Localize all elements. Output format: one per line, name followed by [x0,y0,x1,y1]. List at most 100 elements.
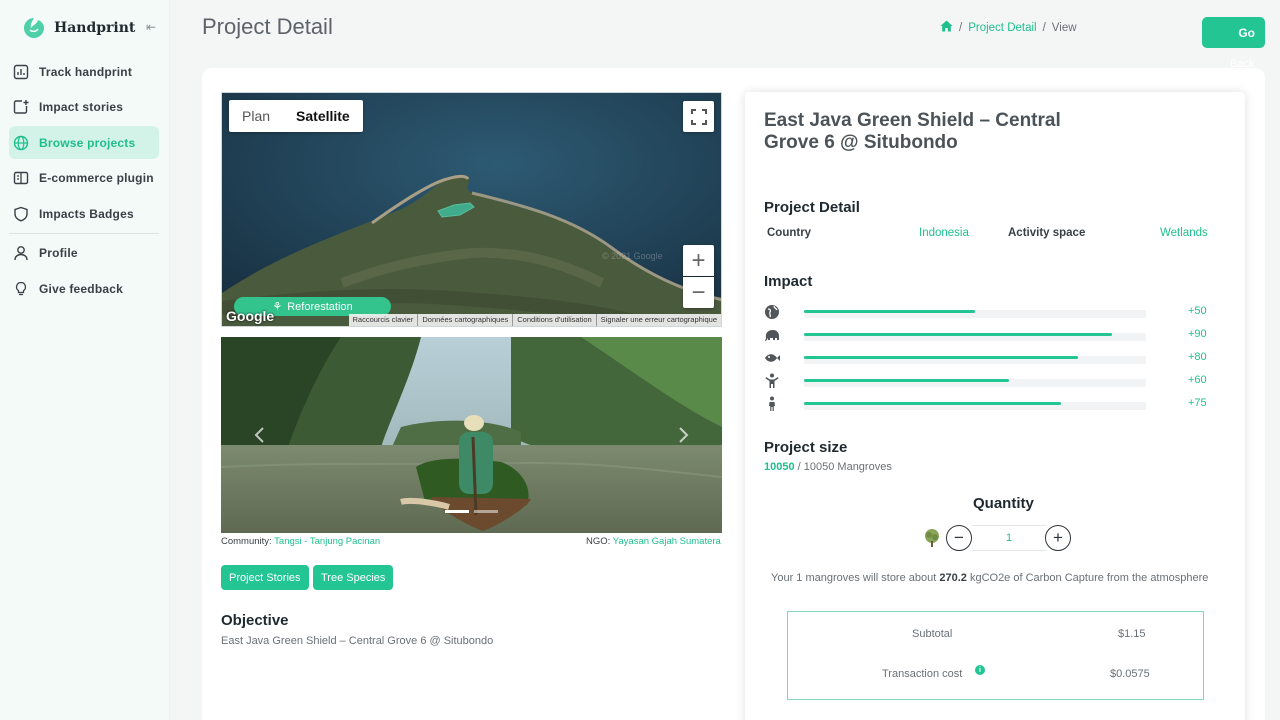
quantity-decrement-button[interactable]: − [946,525,972,551]
map-footer-report[interactable]: Signaler une erreur cartographique [595,314,721,326]
community-label: Community: [221,536,272,547]
tree-icon [925,529,939,547]
sidebar-item-impacts-badges[interactable]: Impacts Badges [9,197,159,230]
transaction-cost-label: Transaction cost [882,668,963,680]
fullscreen-button[interactable] [683,101,714,132]
sidebar-item-give-feedback[interactable]: Give feedback [9,272,159,305]
chart-icon [12,63,30,81]
quantity-input[interactable]: 1 [972,525,1046,551]
carbon-amount: 270.2 [939,572,967,584]
impact-value: +90 [1188,328,1207,340]
elephant-icon [765,330,779,341]
add-story-icon [12,98,30,116]
lightbulb-icon [12,280,30,298]
map-tab-satellite[interactable]: Satellite [283,100,363,132]
breadcrumb-current: View [1051,21,1077,34]
sidebar-item-impact-stories[interactable]: Impact stories [9,91,159,124]
sidebar-divider [9,232,159,234]
quantity-increment-button[interactable]: + [1045,525,1071,551]
impact-row-people: +75 [764,396,1224,412]
brand[interactable]: Handprint [22,16,135,40]
subtotal-label: Subtotal [912,628,953,640]
sidebar-item-label: Profile [39,246,78,260]
sidebar-item-label: Track handprint [39,64,133,79]
person-icon [769,396,775,411]
map-watermark: © 2021 Google [602,251,663,261]
project-detail-title: Project Detail [764,199,860,216]
sidebar-item-label: Browse projects [39,135,136,150]
impact-bar-track [804,402,1146,410]
ngo-label: NGO: [586,536,611,547]
impact-row-marine: +80 [764,350,1224,366]
impact-row-earth: +50 [764,304,1224,320]
brand-name: Handprint [54,20,136,36]
impact-bar-track [804,310,1146,318]
carousel-prev-icon[interactable] [253,426,267,444]
objective-title: Objective [221,612,289,629]
ngo-caption: NGO: Yayasan Gajah Sumatera [586,536,721,547]
project-size-title: Project size [764,439,848,456]
sidebar-item-ecommerce-plugin[interactable]: E-commerce plugin [9,162,159,195]
carbon-capture-text: Your 1 mangroves will store about 270.2 … [771,572,1208,584]
community-link[interactable]: Tangsi - Tanjung Pacinan [274,536,380,547]
project-size-text: 10050 / 10050 Mangroves [764,461,892,473]
carousel-dot[interactable] [474,510,498,513]
map-type-tabs: Plan Satellite [229,100,363,132]
carousel-next-icon[interactable] [676,426,690,444]
community-caption: Community: Tangsi - Tanjung Pacinan [221,536,380,547]
impact-bar-fill [804,402,1061,405]
ngo-link[interactable]: Yayasan Gajah Sumatera [613,536,721,547]
info-icon[interactable]: i [975,665,985,675]
fullscreen-icon [690,108,707,125]
activity-space-label: Activity space [1008,227,1086,239]
sidebar-nav: Track handprint Impact stories Browse pr… [9,55,159,308]
carbon-text-post: kgCO2e of Carbon Capture from the atmosp… [966,572,1209,584]
zoom-out-button[interactable]: − [683,277,714,308]
impact-row-biodiversity: +90 [764,327,1224,343]
sidebar-item-track-handprint[interactable]: Track handprint [9,55,159,88]
project-size-current: 10050 [764,461,795,473]
carousel-dot-active[interactable] [445,510,469,513]
go-back-button[interactable]: Go [1202,17,1265,48]
sidebar: Handprint ⇤ Track handprint Impact stori… [0,0,170,720]
project-map[interactable]: © 2021 Google Plan Satellite + − ⚘ Refor… [221,92,722,327]
home-icon[interactable] [940,20,953,35]
handprint-logo-icon [24,18,44,38]
impact-bar-fill [804,379,1010,382]
project-title: East Java Green Shield – Central Grove 6… [764,110,1061,153]
tree-species-button[interactable]: Tree Species [313,565,394,590]
impact-bar-track [804,356,1146,364]
breadcrumb-project-detail[interactable]: Project Detail [968,22,1036,34]
impact-bar-track [804,333,1146,341]
impact-bar-track [804,379,1146,387]
order-summary-box [787,611,1204,700]
fish-icon [765,354,780,362]
map-footer-shortcuts[interactable]: Raccourcis clavier [349,314,418,326]
impact-value: +75 [1188,397,1207,409]
impact-title: Impact [764,273,813,290]
sidebar-item-label: E-commerce plugin [39,171,154,185]
sidebar-item-browse-projects[interactable]: Browse projects [9,126,159,159]
person-arms-icon [765,373,779,388]
project-stories-button[interactable]: Project Stories [221,565,309,590]
country-value: Indonesia [919,227,969,239]
user-icon [12,244,30,262]
map-tab-plan[interactable]: Plan [229,100,283,132]
impact-bar-fill [804,356,1078,359]
activity-space-value: Wetlands [1160,227,1208,239]
map-footer-terms[interactable]: Conditions d'utilisation [512,314,595,326]
objective-text: East Java Green Shield – Central Grove 6… [221,635,494,647]
zoom-in-button[interactable]: + [683,245,714,276]
quantity-title: Quantity [973,495,1034,512]
book-icon [12,169,30,187]
sidebar-item-profile[interactable]: Profile [9,237,159,270]
google-logo: Google [226,308,275,324]
map-footer-data[interactable]: Données cartographiques [417,314,512,326]
project-photo-carousel[interactable] [221,337,722,533]
impact-row-community: +60 [764,373,1224,389]
impact-value: +50 [1188,305,1207,317]
subtotal-value: $1.15 [1118,628,1146,640]
collapse-sidebar-icon[interactable]: ⇤ [146,20,156,34]
project-size-rest: / 10050 Mangroves [794,461,892,473]
country-label: Country [767,227,812,239]
